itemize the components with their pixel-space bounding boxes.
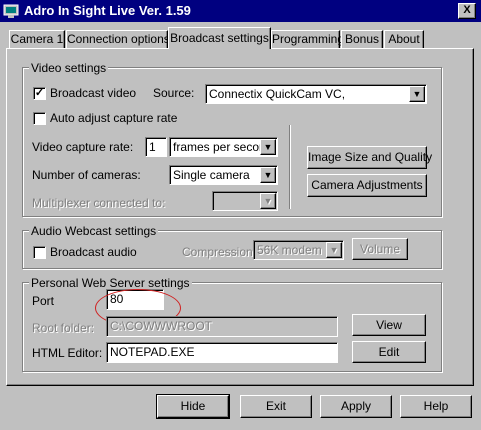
broadcast-video-label: Broadcast video: [50, 86, 137, 100]
html-editor-input[interactable]: NOTEPAD.EXE: [106, 342, 338, 363]
view-button[interactable]: View: [352, 314, 426, 336]
capture-rate-value: 1: [149, 140, 156, 154]
source-dropdown-button[interactable]: ▼: [409, 86, 425, 102]
audio-settings-title: Audio Webcast settings: [29, 224, 159, 238]
close-button[interactable]: X: [458, 3, 476, 19]
compression-value: 56K modem: [257, 243, 322, 257]
root-folder-label: Root folder:: [32, 321, 95, 335]
camera-adjustments-button[interactable]: Camera Adjustments: [307, 174, 427, 197]
html-editor-label: HTML Editor:: [32, 346, 103, 360]
apply-button[interactable]: Apply: [320, 395, 392, 418]
exit-button[interactable]: Exit: [240, 395, 312, 418]
broadcast-video-checkbox[interactable]: ✓: [33, 87, 46, 100]
image-size-quality-button[interactable]: Image Size and Quality: [307, 146, 432, 169]
capture-rate-unit-value: frames per second: [173, 140, 273, 154]
compression-label: Compression:: [182, 245, 257, 259]
tab-broadcast-settings[interactable]: Broadcast settings: [168, 27, 271, 49]
num-cameras-value: Single camera: [173, 168, 250, 182]
edit-button[interactable]: Edit: [352, 341, 426, 363]
app-icon: [3, 4, 19, 18]
help-button[interactable]: Help: [400, 395, 472, 418]
multiplexer-label: Multiplexer connected to:: [32, 196, 166, 210]
tab-bonus[interactable]: Bonus: [341, 30, 383, 48]
tab-programming[interactable]: Programming: [271, 30, 344, 48]
num-cameras-label: Number of cameras:: [32, 168, 141, 182]
capture-rate-label: Video capture rate:: [32, 140, 134, 154]
video-settings-title: Video settings: [29, 61, 109, 75]
multiplexer-dropdown-button[interactable]: ▼: [260, 193, 276, 209]
source-value: Connectix QuickCam VC,: [209, 87, 346, 101]
tab-connection-options[interactable]: Connection options: [66, 30, 170, 48]
auto-adjust-checkbox[interactable]: [33, 112, 46, 125]
auto-adjust-label: Auto adjust capture rate: [50, 111, 178, 125]
broadcast-audio-label: Broadcast audio: [50, 245, 137, 259]
tab-about[interactable]: About: [384, 30, 424, 48]
volume-button[interactable]: Volume: [352, 238, 408, 260]
web-server-title: Personal Web Server settings: [29, 276, 192, 290]
html-editor-value: NOTEPAD.EXE: [110, 345, 195, 359]
capture-rate-input[interactable]: 1: [145, 137, 167, 157]
hide-button[interactable]: Hide: [156, 394, 230, 419]
window-title: Adro In Sight Live Ver. 1.59: [24, 3, 191, 18]
source-label: Source:: [153, 86, 195, 100]
source-select[interactable]: Connectix QuickCam VC,: [205, 84, 427, 104]
tab-camera-1[interactable]: Camera 1: [9, 30, 65, 48]
port-label: Port: [32, 294, 55, 308]
root-folder-value: C:\COWWWROOT: [110, 319, 212, 333]
num-cameras-dropdown-button[interactable]: ▼: [260, 167, 276, 183]
capture-rate-unit-dropdown-button[interactable]: ▼: [260, 139, 276, 155]
broadcast-audio-checkbox[interactable]: [33, 246, 46, 259]
video-settings-separator: [289, 125, 291, 209]
root-folder-input[interactable]: C:\COWWWROOT: [106, 316, 338, 337]
compression-dropdown-button[interactable]: ▼: [326, 242, 342, 258]
